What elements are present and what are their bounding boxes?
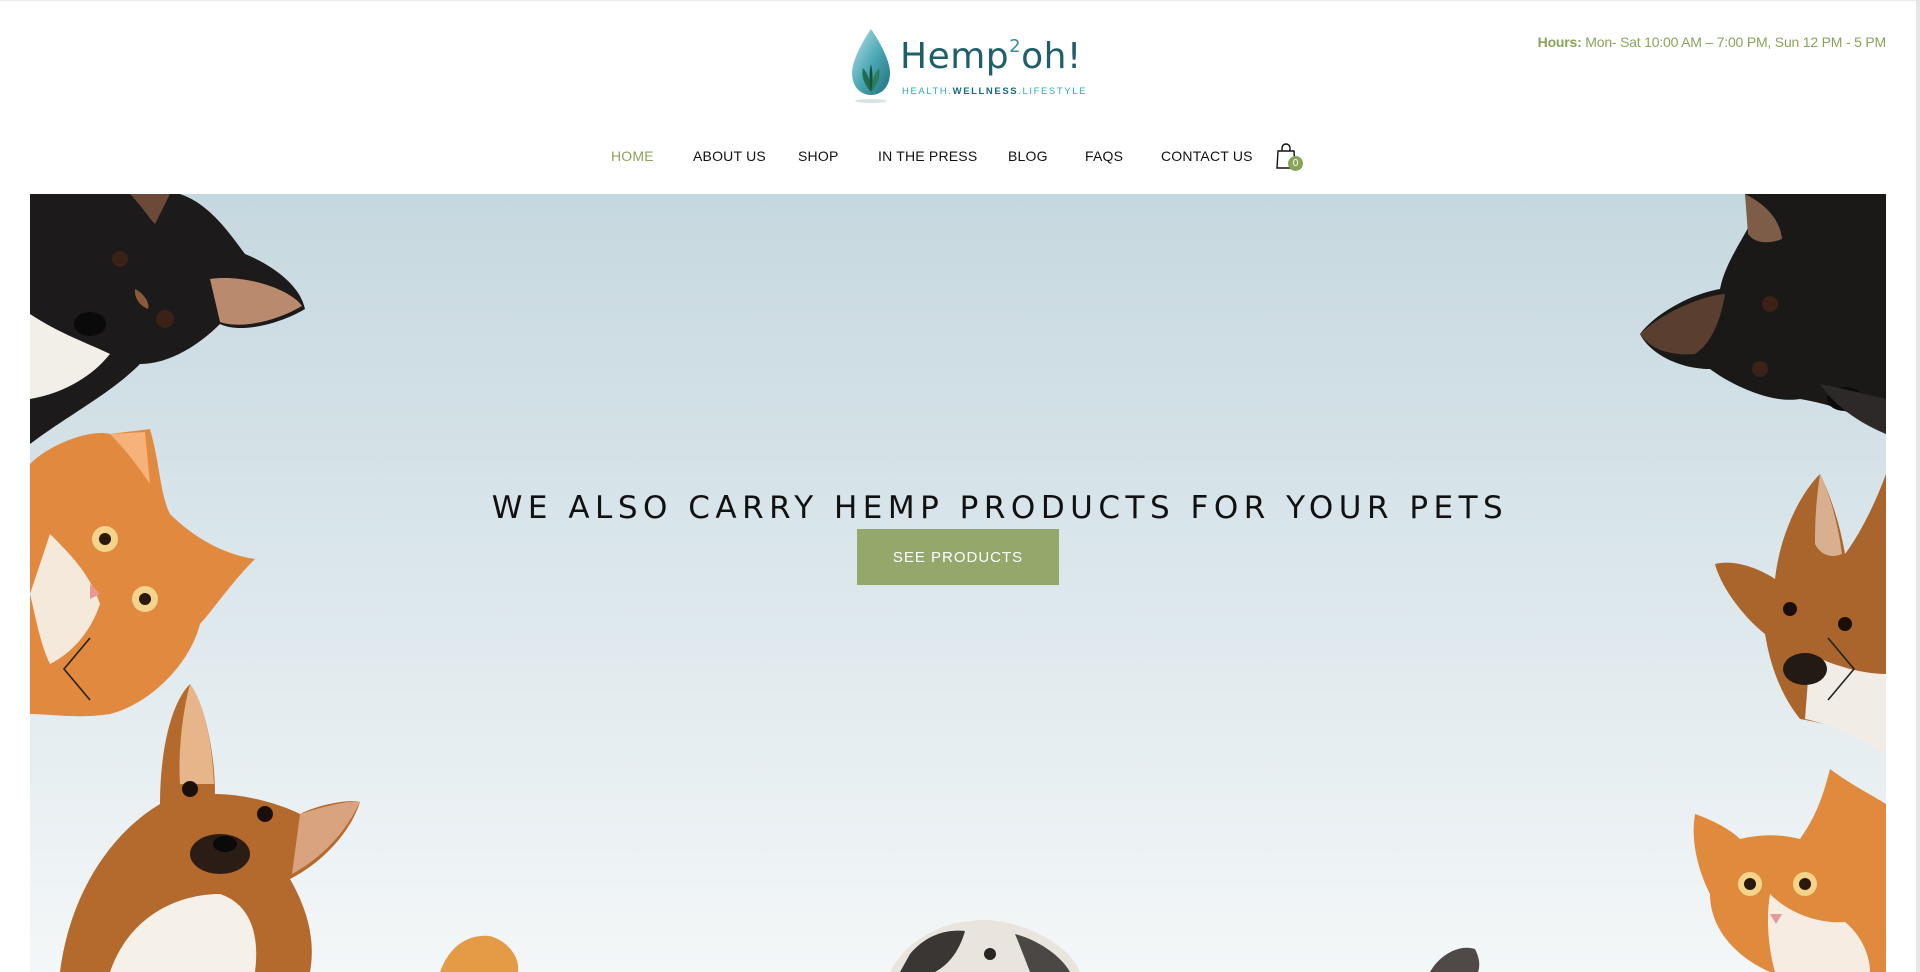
page: Hemp2oh! HEALTH.WELLNESS.LIFESTYLE Hours… <box>0 0 1920 972</box>
main-nav: HOME ABOUT US SHOP IN THE PRESS BLOG FAQ… <box>0 148 1920 168</box>
nav-item-blog[interactable]: BLOG <box>1008 148 1048 164</box>
site-logo[interactable]: Hemp2oh! HEALTH.WELLNESS.LIFESTYLE <box>846 26 1085 106</box>
hours-label: Hours: <box>1537 34 1582 50</box>
see-products-button[interactable]: SEE PRODUCTS <box>857 529 1059 585</box>
chevron-right-icon <box>1827 637 1856 701</box>
top-border <box>0 0 1920 1</box>
nav-item-contact-us[interactable]: CONTACT US <box>1161 148 1253 164</box>
slider-next-button[interactable] <box>1820 634 1860 704</box>
cart-button[interactable]: 0 <box>1274 142 1303 172</box>
logo-wordmark: Hemp2oh! <box>900 36 1082 77</box>
store-hours: Hours: Mon- Sat 10:00 AM – 7:00 PM, Sun … <box>1537 34 1887 50</box>
chevron-left-icon <box>62 637 91 701</box>
logo-tagline: HEALTH.WELLNESS.LIFESTYLE <box>902 86 1088 97</box>
nav-item-in-the-press[interactable]: IN THE PRESS <box>878 148 977 164</box>
hours-text: Mon- Sat 10:00 AM – 7:00 PM, Sun 12 PM -… <box>1581 34 1886 50</box>
scrollbar-track[interactable] <box>1916 0 1920 972</box>
cart-count-badge: 0 <box>1288 156 1303 171</box>
nav-item-shop[interactable]: SHOP <box>798 148 838 164</box>
water-drop-logo-icon <box>852 29 890 103</box>
nav-item-home[interactable]: HOME <box>611 148 654 164</box>
slider-prev-button[interactable] <box>58 634 98 704</box>
hero-slider: WE ALSO CARRY HEMP PRODUCTS FOR YOUR PET… <box>30 194 1886 972</box>
nav-item-about-us[interactable]: ABOUT US <box>693 148 766 164</box>
nav-item-faqs[interactable]: FAQS <box>1085 148 1123 164</box>
hero-headline: WE ALSO CARRY HEMP PRODUCTS FOR YOUR PET… <box>491 489 1509 526</box>
